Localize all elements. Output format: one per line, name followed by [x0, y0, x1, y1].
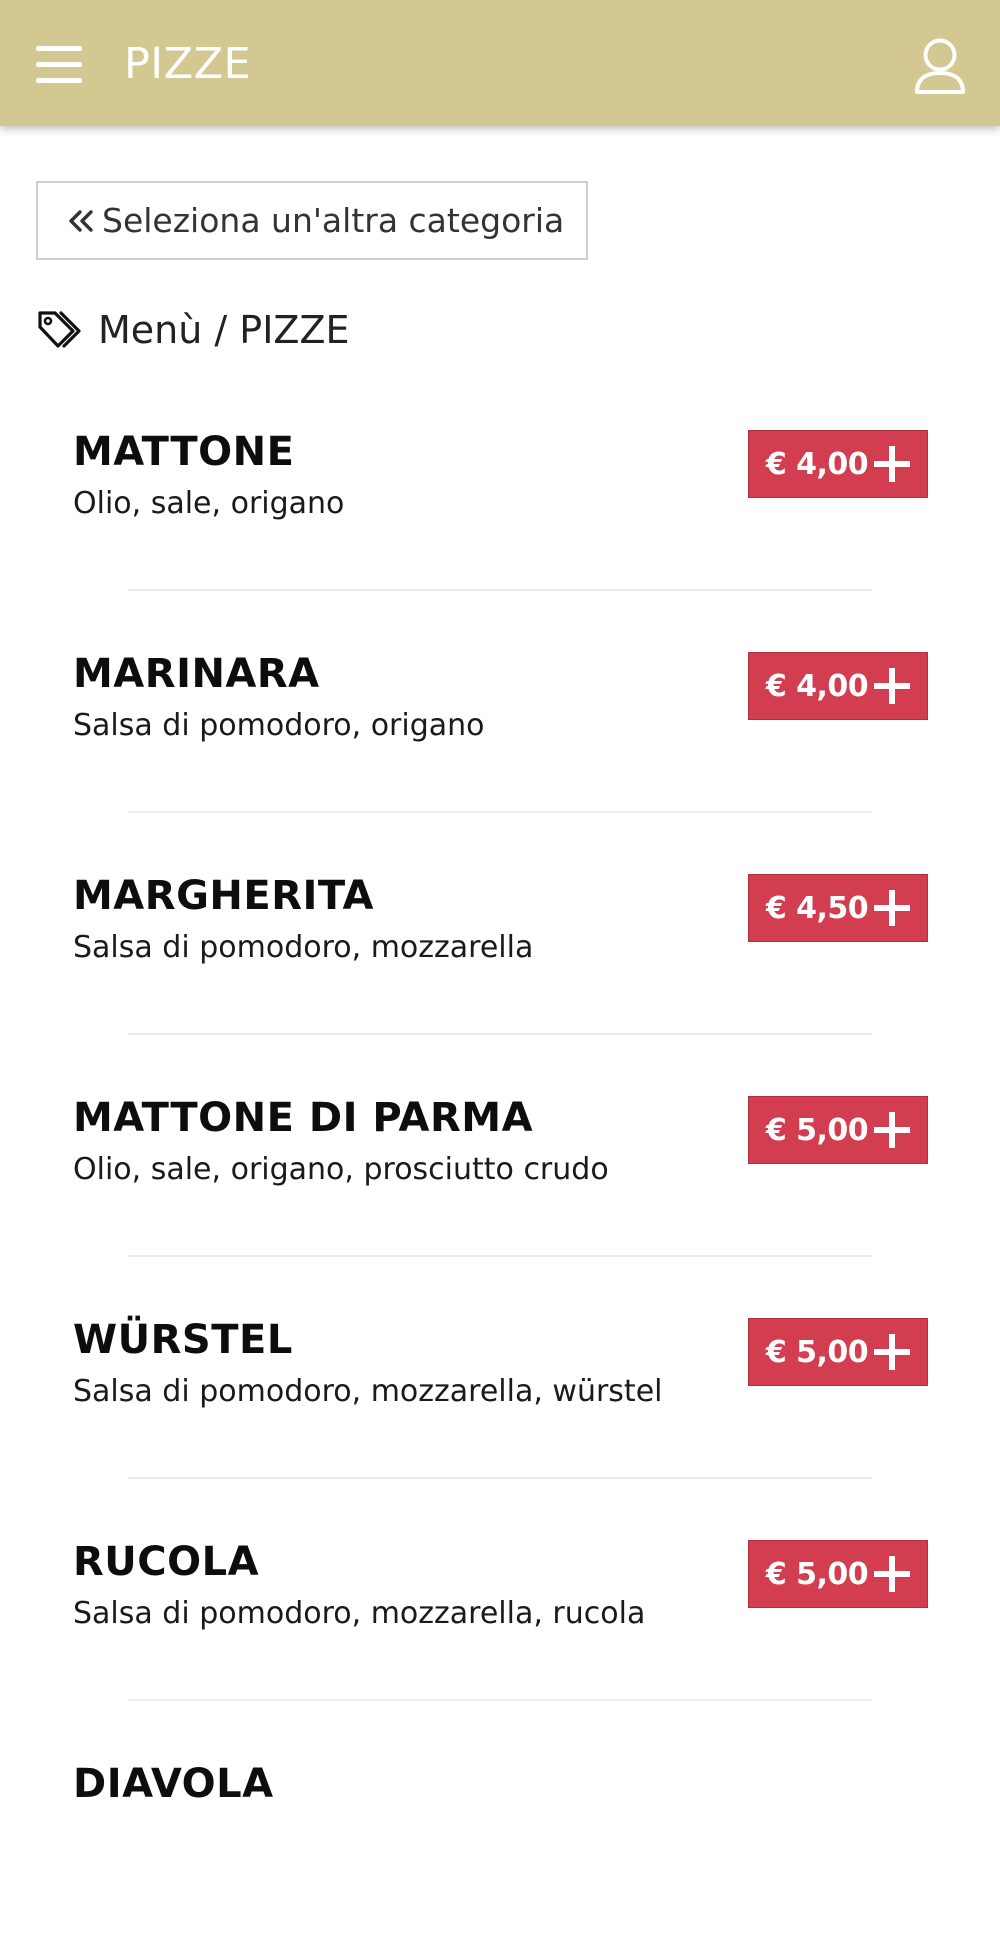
item-name: DIAVOLA	[73, 1761, 274, 1807]
tags-icon	[38, 311, 81, 348]
page-title: PIZZE	[124, 39, 252, 89]
price-label: € 4,50	[765, 890, 869, 926]
divider	[128, 589, 872, 591]
item-description: Salsa di pomodoro, mozzarella, rucola	[73, 1596, 646, 1631]
item-description: Salsa di pomodoro, mozzarella, würstel	[73, 1374, 663, 1409]
item-description: Salsa di pomodoro, mozzarella	[73, 930, 534, 965]
divider	[128, 1477, 872, 1479]
list-item: DIAVOLA	[0, 1730, 1000, 1952]
user-icon[interactable]	[912, 36, 968, 96]
add-to-cart-button[interactable]: € 4,00	[748, 652, 928, 720]
select-other-category-button[interactable]: Seleziona un'altra categoria	[36, 181, 588, 260]
list-item: MARGHERITA Salsa di pomodoro, mozzarella…	[0, 842, 1000, 1064]
plus-icon	[874, 1112, 911, 1148]
list-item: MARINARA Salsa di pomodoro, origano € 4,…	[0, 620, 1000, 842]
plus-icon	[874, 890, 911, 926]
app-bar: PIZZE	[0, 0, 1000, 126]
breadcrumb-text: Menù / PIZZE	[98, 308, 350, 352]
item-name: MATTONE DI PARMA	[73, 1095, 534, 1141]
double-chevron-left-icon	[69, 209, 93, 232]
menu-list: MATTONE Olio, sale, origano € 4,00 MARIN…	[0, 398, 1000, 1952]
hamburger-menu-icon[interactable]	[36, 44, 82, 84]
item-description: Olio, sale, origano	[73, 486, 345, 521]
divider	[128, 811, 872, 813]
plus-icon	[874, 1556, 911, 1592]
list-item: WÜRSTEL Salsa di pomodoro, mozzarella, w…	[0, 1286, 1000, 1508]
item-name: WÜRSTEL	[73, 1317, 293, 1363]
add-to-cart-button[interactable]: € 5,00	[748, 1540, 928, 1608]
divider	[128, 1255, 872, 1257]
select-other-category-label: Seleziona un'altra categoria	[102, 201, 565, 240]
item-name: MATTONE	[73, 429, 295, 475]
list-item: MATTONE DI PARMA Olio, sale, origano, pr…	[0, 1064, 1000, 1286]
item-name: MARINARA	[73, 651, 320, 697]
price-label: € 4,00	[765, 668, 869, 704]
add-to-cart-button[interactable]: € 5,00	[748, 1318, 928, 1386]
list-item: RUCOLA Salsa di pomodoro, mozzarella, ru…	[0, 1508, 1000, 1730]
item-description: Olio, sale, origano, prosciutto crudo	[73, 1152, 609, 1187]
list-item: MATTONE Olio, sale, origano € 4,00	[0, 398, 1000, 620]
divider	[128, 1033, 872, 1035]
price-label: € 4,00	[765, 446, 869, 482]
item-description: Salsa di pomodoro, origano	[73, 708, 485, 743]
divider	[128, 1699, 872, 1701]
plus-icon	[874, 1334, 911, 1370]
plus-icon	[874, 446, 911, 482]
item-name: MARGHERITA	[73, 873, 375, 919]
add-to-cart-button[interactable]: € 4,50	[748, 874, 928, 942]
item-name: RUCOLA	[73, 1539, 260, 1585]
plus-icon	[874, 668, 911, 704]
add-to-cart-button[interactable]: € 5,00	[748, 1096, 928, 1164]
price-label: € 5,00	[765, 1112, 869, 1148]
breadcrumb: Menù / PIZZE	[36, 304, 350, 356]
price-label: € 5,00	[765, 1334, 869, 1370]
add-to-cart-button[interactable]: € 4,00	[748, 430, 928, 498]
price-label: € 5,00	[765, 1556, 869, 1592]
